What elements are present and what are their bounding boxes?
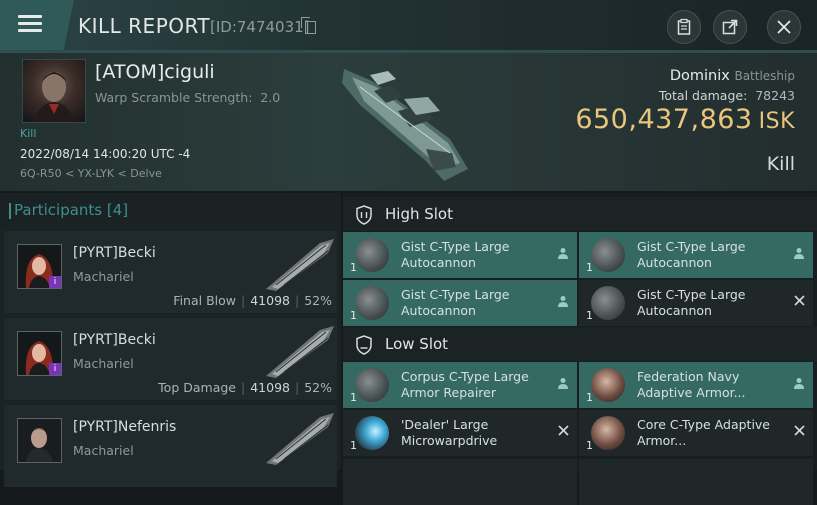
autocannon-icon xyxy=(591,286,625,320)
external-link-button[interactable] xyxy=(713,10,747,44)
participant-row[interactable]: i [PYRT]Becki Machariel Top Damage | 41098… xyxy=(4,318,337,400)
copy-icon[interactable] xyxy=(301,17,316,34)
close-icon xyxy=(777,20,791,34)
participants-header[interactable]: Participants [4] xyxy=(8,201,128,219)
participant-badge: i xyxy=(49,363,61,375)
autocannon-icon xyxy=(355,286,389,320)
clipboard-button[interactable] xyxy=(667,10,701,44)
person-icon xyxy=(557,377,569,393)
module-name: Gist C-Type Large Autocannon xyxy=(637,287,746,318)
adaptive-armor-icon xyxy=(591,416,625,450)
high-slot-header[interactable]: High Slot xyxy=(343,197,817,231)
close-button[interactable] xyxy=(767,10,801,44)
module-name: Gist C-Type Large Autocannon xyxy=(401,239,510,270)
kill-datetime: 2022/08/14 14:00:20 UTC -4 xyxy=(20,147,191,161)
shield-icon xyxy=(356,335,372,355)
module-slot[interactable] xyxy=(579,459,813,505)
x-icon xyxy=(794,425,805,440)
participant-name[interactable]: [PYRT]Becki xyxy=(73,332,156,348)
module-slot[interactable]: 1 Federation Navy Adaptive Armor... xyxy=(579,362,813,408)
isk-value: 650,437,863 ISK xyxy=(575,104,795,135)
x-icon xyxy=(558,425,569,440)
title-bar: KILL REPORT [ID:7474031] xyxy=(0,0,817,53)
module-name: Corpus C-Type Large Armor Repairer xyxy=(401,369,529,400)
module-name: Gist C-Type Large Autocannon xyxy=(401,287,510,318)
hamburger-icon xyxy=(18,15,42,18)
participant-badge: i xyxy=(49,276,61,288)
victim-name[interactable]: [ATOM]ciguli xyxy=(95,61,215,83)
victim-avatar[interactable] xyxy=(22,59,86,123)
shield-icon xyxy=(356,205,372,225)
module-slot[interactable]: 1 Gist C-Type Large Autocannon xyxy=(579,232,813,278)
participant-avatar[interactable]: i xyxy=(17,244,62,289)
total-damage: Total damage: 78243 xyxy=(658,88,795,103)
person-icon xyxy=(793,377,805,393)
menu-button[interactable] xyxy=(0,0,74,50)
participant-avatar[interactable]: i xyxy=(17,331,62,376)
participant-ship-render xyxy=(266,326,334,378)
participant-row[interactable]: i [PYRT]Becki Machariel Final Blow | 41098… xyxy=(4,231,337,313)
participant-stats: Final Blow | 41098 | 52% xyxy=(173,293,332,308)
x-icon xyxy=(794,295,805,310)
participant-ship: Machariel xyxy=(73,443,134,458)
module-slot[interactable]: 1 Core C-Type Adaptive Armor... xyxy=(579,410,813,456)
external-link-icon xyxy=(722,19,738,35)
armor-repairer-icon xyxy=(355,368,389,402)
module-name: Gist C-Type Large Autocannon xyxy=(637,239,746,270)
module-slot[interactable]: 1 Corpus C-Type Large Armor Repairer xyxy=(343,362,577,408)
clipboard-icon xyxy=(677,18,691,35)
module-slot[interactable] xyxy=(343,459,577,505)
module-name: Core C-Type Adaptive Armor... xyxy=(637,417,771,448)
fitting-panel: High Slot 1 Gist C-Type Large Autocannon… xyxy=(343,193,817,505)
participant-ship-render xyxy=(266,239,334,291)
person-icon xyxy=(557,295,569,311)
participant-stats: Top Damage | 41098 | 52% xyxy=(158,380,332,395)
module-slot[interactable]: 1 Gist C-Type Large Autocannon xyxy=(343,232,577,278)
participant-ship-render xyxy=(266,413,334,465)
kill-id: [ID:7474031] xyxy=(210,18,310,36)
kill-summary: [ATOM]ciguli Warp Scramble Strength: 2.0… xyxy=(0,53,817,191)
kill-result: Kill xyxy=(766,153,795,175)
participant-ship: Machariel xyxy=(73,356,134,371)
person-icon xyxy=(793,247,805,263)
module-slot[interactable]: 1 'Dealer' Large Microwarpdrive xyxy=(343,410,577,456)
autocannon-icon xyxy=(591,238,625,272)
participants-panel: Participants [4] i [PYRT]Becki Machariel… xyxy=(0,193,341,487)
module-slot[interactable]: 1 Gist C-Type Large Autocannon xyxy=(579,280,813,326)
participant-name[interactable]: [PYRT]Becki xyxy=(73,245,156,261)
low-slot-header[interactable]: Low Slot xyxy=(343,327,817,361)
kill-location[interactable]: 6Q-R50 < YX-LYK < Delve xyxy=(20,167,162,180)
warp-scramble-strength: Warp Scramble Strength: 2.0 xyxy=(95,90,281,105)
kill-tag: Kill xyxy=(20,127,37,140)
window-title: KILL REPORT xyxy=(78,14,211,38)
adaptive-armor-icon xyxy=(591,368,625,402)
victim-ship[interactable]: Dominix Battleship xyxy=(670,68,795,84)
module-name: Federation Navy Adaptive Armor... xyxy=(637,369,746,400)
module-slot[interactable]: 1 Gist C-Type Large Autocannon xyxy=(343,280,577,326)
microwarpdrive-icon xyxy=(355,416,389,450)
participant-avatar[interactable] xyxy=(17,418,62,463)
person-icon xyxy=(557,247,569,263)
participant-row[interactable]: [PYRT]Nefenris Machariel xyxy=(4,405,337,487)
autocannon-icon xyxy=(355,238,389,272)
module-name: 'Dealer' Large Microwarpdrive xyxy=(401,417,498,448)
participant-ship: Machariel xyxy=(73,269,134,284)
victim-ship-render[interactable] xyxy=(330,57,480,187)
participant-name[interactable]: [PYRT]Nefenris xyxy=(73,419,176,435)
